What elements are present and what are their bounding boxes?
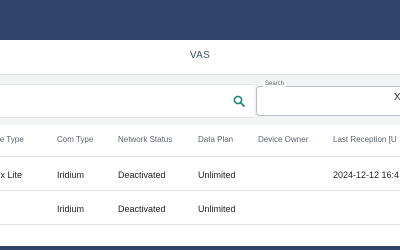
app-page: VAS Search X vice Type Com Type Network … xyxy=(0,0,400,250)
tab-bar: VAS xyxy=(0,40,400,75)
close-icon[interactable]: X xyxy=(394,93,400,103)
column-header-data-plan[interactable]: Data Plan xyxy=(198,135,233,144)
column-header-device-owner[interactable]: Device Owner xyxy=(258,135,308,144)
table-header: vice Type Com Type Network Status Data P… xyxy=(0,125,400,157)
column-header-network-status[interactable]: Network Status xyxy=(118,135,172,144)
search-row: Search X xyxy=(0,81,400,120)
column-header-last-reception[interactable]: Last Reception [U xyxy=(333,135,397,144)
table-row[interactable]: Iridium Deactivated Unlimited xyxy=(0,191,400,225)
cell-data-plan: Unlimited xyxy=(198,170,236,180)
cell-device-type: rtex Lite xyxy=(0,170,23,180)
cell-network-status: Deactivated xyxy=(118,204,166,214)
cell-com-type: Iridium xyxy=(57,204,85,214)
cell-network-status: Deactivated xyxy=(118,170,166,180)
table-row[interactable]: rtex Lite Iridium Deactivated Unlimited … xyxy=(0,157,400,191)
cell-last-reception: 2024-12-12 16:4 xyxy=(333,170,400,180)
column-header-com-type[interactable]: Com Type xyxy=(57,135,93,144)
filter-strip xyxy=(0,84,254,118)
bottom-border xyxy=(0,246,400,250)
search-icon[interactable] xyxy=(233,95,245,107)
column-header-device-type[interactable]: vice Type xyxy=(0,135,24,144)
devices-table: vice Type Com Type Network Status Data P… xyxy=(0,125,400,250)
top-header-bar xyxy=(0,0,400,40)
search-input[interactable] xyxy=(256,86,400,116)
cell-data-plan: Unlimited xyxy=(198,204,236,214)
tab-vas[interactable]: VAS xyxy=(0,50,400,61)
search-label: Search xyxy=(263,81,287,87)
cell-com-type: Iridium xyxy=(57,170,85,180)
